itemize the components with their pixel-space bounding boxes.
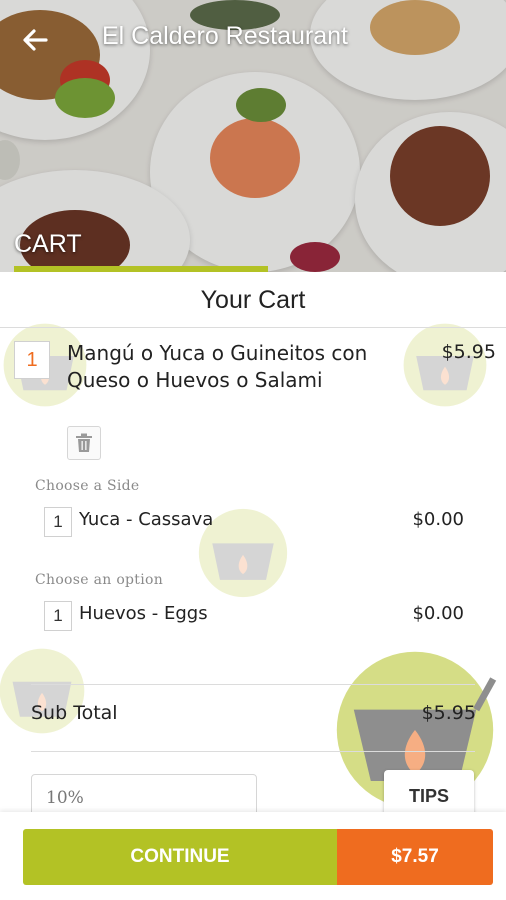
subtotal-value: $5.95 <box>421 702 476 724</box>
top-bar: El Caldero Restaurant <box>0 0 506 80</box>
option-price: $0.00 <box>412 509 464 530</box>
page-title: El Caldero Restaurant <box>102 22 348 50</box>
trash-icon <box>76 433 92 452</box>
cart-heading: Your Cart <box>200 286 306 314</box>
option-quantity[interactable]: 1 <box>44 601 72 631</box>
option-quantity[interactable]: 1 <box>44 507 72 537</box>
delete-item-button[interactable] <box>67 426 101 460</box>
continue-button[interactable]: CONTINUE <box>23 829 337 885</box>
divider <box>0 327 506 328</box>
item-quantity[interactable]: 1 <box>14 341 50 379</box>
option-price: $0.00 <box>412 603 464 624</box>
option-group-label: Choose an option <box>35 572 164 588</box>
section-underline <box>14 266 268 272</box>
item-quantity-value: 1 <box>26 348 38 371</box>
divider <box>31 751 475 752</box>
divider <box>31 684 475 685</box>
subtotal-label: Sub Total <box>31 702 118 724</box>
item-price: $5.95 <box>441 341 496 363</box>
option-quantity-value: 1 <box>53 512 63 531</box>
order-total-button[interactable]: $7.57 <box>337 829 493 885</box>
option-name: Yuca - Cassava <box>79 509 214 530</box>
option-group-label: Choose a Side <box>35 478 140 494</box>
item-name: Mangú o Yuca o Guineitos con Queso o Hue… <box>67 341 368 392</box>
section-label-cart: CART <box>14 230 82 258</box>
pot-watermark-icon <box>403 323 487 407</box>
option-name: Huevos - Eggs <box>79 603 208 624</box>
arrow-left-icon <box>23 29 48 51</box>
option-quantity-value: 1 <box>53 606 63 625</box>
back-button[interactable] <box>18 22 54 58</box>
